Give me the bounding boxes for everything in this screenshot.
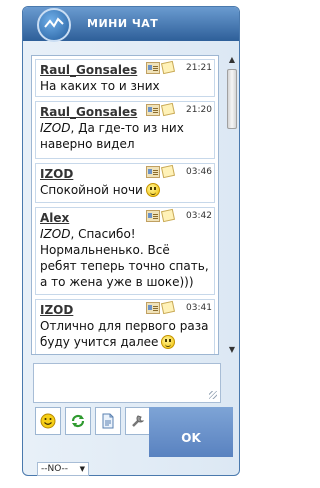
profile-card-icon[interactable]	[146, 166, 160, 178]
settings-icon	[130, 413, 146, 429]
resize-grip-icon[interactable]	[209, 391, 217, 399]
message-text: IZOD, Да где-то из них наверно видел	[40, 121, 184, 151]
profile-card-icon[interactable]	[146, 302, 160, 314]
message-time: 03:42	[186, 211, 212, 221]
message-time: 21:21	[186, 63, 212, 73]
message-list[interactable]: Raul_Gonsales 21:21 На каких то и зних R…	[31, 55, 219, 355]
message-item: IZOD 03:41 Отлично для первого раза буду…	[35, 299, 215, 354]
private-message-icon[interactable]	[160, 300, 176, 315]
message-author[interactable]: Raul_Gonsales	[40, 105, 137, 119]
message-item: IZOD 03:46 Спокойной ночи	[35, 163, 215, 203]
document-button[interactable]	[95, 407, 121, 435]
chat-title: МИНИ ЧАТ	[87, 17, 159, 30]
private-message-icon[interactable]	[160, 164, 176, 179]
mini-chat-panel: МИНИ ЧАТ Raul_Gonsales 21:21 На каких то…	[22, 6, 240, 476]
refresh-icon	[70, 413, 86, 429]
scroll-up-arrow-icon[interactable]: ▲	[227, 55, 237, 65]
chevron-down-icon: ▼	[79, 465, 85, 473]
mention[interactable]: IZOD	[40, 227, 70, 241]
private-message-icon[interactable]	[160, 208, 176, 223]
scroll-down-arrow-icon[interactable]: ▼	[227, 345, 237, 355]
private-message-icon[interactable]	[160, 60, 176, 75]
user-select[interactable]: --NO-- ▼	[37, 462, 89, 476]
scroll-thumb[interactable]	[227, 69, 237, 129]
message-text: IZOD, Спасибо! Нормальненько. Всё ребят …	[40, 227, 209, 289]
private-message-icon[interactable]	[160, 102, 176, 117]
smiley-icon	[40, 413, 56, 429]
message-time: 03:41	[186, 303, 212, 313]
smiley-icon	[161, 335, 176, 349]
message-author[interactable]: Alex	[40, 211, 69, 225]
message-input[interactable]	[33, 363, 221, 403]
smiley-icon	[145, 183, 160, 197]
profile-card-icon[interactable]	[146, 62, 160, 74]
profile-card-icon[interactable]	[146, 104, 160, 116]
message-time: 21:20	[186, 105, 212, 115]
message-item: Raul_Gonsales 21:21 На каких то и зних	[35, 59, 215, 97]
message-author[interactable]: IZOD	[40, 167, 73, 181]
document-icon	[100, 413, 116, 429]
message-time: 03:46	[186, 167, 212, 177]
message-text: Спокойной ночи	[36, 182, 214, 202]
profile-card-icon[interactable]	[146, 210, 160, 222]
chat-header: МИНИ ЧАТ	[23, 7, 239, 42]
message-text: На каких то и зних	[40, 79, 160, 93]
message-text: Отлично для первого раза буду учится дал…	[40, 319, 209, 349]
message-item: Alex 03:42 IZOD, Спасибо! Нормальненько.…	[35, 207, 215, 295]
refresh-button[interactable]	[65, 407, 91, 435]
message-author[interactable]: IZOD	[40, 303, 73, 317]
message-scrollbar[interactable]: ▲ ▼	[227, 55, 237, 355]
ok-button[interactable]: OK	[149, 407, 233, 457]
mention[interactable]: IZOD	[40, 121, 70, 135]
chat-logo-icon	[37, 8, 71, 42]
smiley-button[interactable]	[35, 407, 61, 435]
message-author[interactable]: Raul_Gonsales	[40, 63, 137, 77]
settings-button[interactable]	[125, 407, 151, 435]
message-item: Raul_Gonsales 21:20 IZOD, Да где-то из н…	[35, 101, 215, 159]
